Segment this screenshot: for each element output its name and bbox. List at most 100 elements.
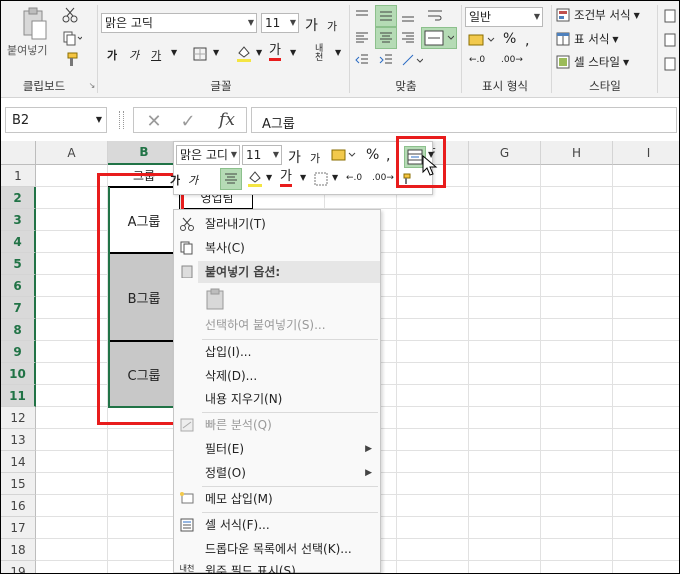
menu-item-filter[interactable]: 필터(E) ▶ [174, 438, 380, 460]
row-header-11[interactable]: 11 [1, 385, 36, 407]
increase-indent-icon[interactable] [377, 51, 395, 69]
chevron-down-icon[interactable]: ▼ [213, 48, 219, 57]
menu-item-insert[interactable]: 삽입(I)... [174, 341, 380, 363]
row-header-13[interactable]: 13 [1, 429, 36, 451]
row-header-17[interactable]: 17 [1, 517, 36, 539]
italic-button[interactable]: 가 [129, 47, 139, 63]
mini-align-center-icon[interactable] [220, 168, 242, 190]
name-box[interactable]: B2 ▼ [5, 107, 107, 133]
chevron-down-icon[interactable]: ▼ [290, 48, 296, 57]
row-header-5[interactable]: 5 [1, 253, 36, 275]
conditional-format-button[interactable]: 조건부 서식 ▼ [555, 5, 640, 25]
chevron-down-icon[interactable]: ▼ [266, 173, 272, 182]
align-center-icon[interactable] [375, 27, 397, 49]
menu-item-quick-analysis[interactable]: 빠른 분석(Q) [174, 414, 380, 436]
column-header-i[interactable]: I [613, 141, 679, 165]
insert-cells-icon[interactable] [663, 7, 677, 25]
row-header-18[interactable]: 18 [1, 539, 36, 561]
menu-item-clear[interactable]: 내용 지우기(N) [174, 388, 380, 410]
wrap-text-icon[interactable] [425, 7, 445, 25]
mini-comma-icon[interactable]: , [386, 148, 390, 164]
paste-option-icon[interactable] [204, 287, 226, 311]
insert-function-icon[interactable]: fx [214, 110, 240, 130]
row-header-3[interactable]: 3 [1, 209, 36, 231]
row-header-10[interactable]: 10 [1, 363, 36, 385]
mini-shrink-font[interactable]: 가 [310, 150, 320, 166]
chevron-down-icon[interactable]: ▼ [332, 173, 338, 182]
column-header-b[interactable]: B [108, 141, 181, 165]
row-header-6[interactable]: 6 [1, 275, 36, 297]
row-header-12[interactable]: 12 [1, 407, 36, 429]
font-size-combo[interactable]: 11 ▼ [261, 13, 299, 33]
bold-button[interactable]: 가 [107, 47, 117, 63]
row-header-1[interactable]: 1 [1, 165, 36, 187]
chevron-down-icon[interactable]: ▼ [171, 48, 177, 57]
chevron-down-icon[interactable]: ▼ [335, 48, 341, 57]
merge-center-icon[interactable] [421, 27, 457, 49]
orientation-icon[interactable] [399, 51, 425, 69]
column-header-h[interactable]: H [541, 141, 613, 165]
menu-item-copy[interactable]: 복사(C) [174, 237, 380, 259]
decrease-indent-icon[interactable] [353, 51, 371, 69]
underline-button[interactable]: 가 [151, 47, 161, 63]
align-bottom-icon[interactable] [399, 7, 417, 25]
menu-item-sort[interactable]: 정렬(O) ▶ [174, 462, 380, 484]
format-as-table-button[interactable]: 표 서식 ▼ [555, 29, 619, 49]
formula-input[interactable]: A그룹 [251, 107, 677, 133]
align-left-icon[interactable] [353, 29, 371, 47]
row-header-16[interactable]: 16 [1, 495, 36, 517]
paste-icon[interactable] [19, 7, 49, 41]
font-color-button[interactable]: 가 [269, 44, 281, 61]
align-middle-icon[interactable] [375, 5, 397, 27]
phonetic-button[interactable]: 내천 [315, 45, 329, 63]
row-header-7[interactable]: 7 [1, 297, 36, 319]
row-header-9[interactable]: 9 [1, 341, 36, 363]
mini-fill-color-icon[interactable] [246, 168, 264, 188]
chevron-down-icon[interactable]: ▼ [256, 48, 262, 57]
menu-item-phonetic[interactable]: 내천 윗주 필드 표시(S) [174, 560, 380, 573]
column-header-a[interactable]: A [36, 141, 108, 165]
row-header-8[interactable]: 8 [1, 319, 36, 341]
mini-percent-button[interactable]: % [366, 147, 379, 163]
cancel-icon[interactable]: ✕ [144, 111, 164, 132]
mini-font-combo[interactable]: 맑은 고디 ▼ [176, 145, 240, 165]
menu-item-dropdown-list[interactable]: 드롭다운 목록에서 선택(K)... [174, 538, 380, 560]
percent-button[interactable]: % [503, 31, 516, 47]
mini-accounting-icon[interactable] [330, 146, 358, 164]
decrease-decimal-icon[interactable]: .00→ [501, 55, 523, 65]
mini-bold-button[interactable]: 가 [170, 172, 184, 188]
menu-item-paste-special[interactable]: 선택하여 붙여넣기(S)... [174, 314, 380, 336]
mini-font-color[interactable]: 가 [280, 170, 292, 187]
column-header-g[interactable]: G [469, 141, 541, 165]
mini-increase-decimal-icon[interactable]: ←.0 [346, 173, 362, 183]
increase-decimal-icon[interactable]: ←.0 [469, 55, 485, 65]
mini-italic-icon[interactable]: 가 [188, 172, 198, 188]
row-header-2[interactable]: 2 [1, 187, 36, 209]
row-header-19[interactable]: 19 [1, 561, 36, 573]
number-format-combo[interactable]: 일반 ▼ [465, 7, 543, 27]
fill-color-icon[interactable] [235, 43, 253, 63]
shrink-font-button[interactable]: 가 [327, 18, 337, 34]
format-painter-icon[interactable] [61, 51, 79, 69]
mini-size-combo[interactable]: 11 ▼ [242, 145, 282, 165]
row-header-14[interactable]: 14 [1, 451, 36, 473]
splitter-handle[interactable] [119, 111, 124, 129]
chevron-down-icon[interactable]: ▼ [300, 173, 306, 182]
enter-icon[interactable]: ✓ [178, 111, 198, 132]
mini-decrease-decimal-icon[interactable]: .00→ [372, 173, 394, 183]
dialog-launcher-icon[interactable]: ↘ [87, 80, 97, 90]
comma-style-icon[interactable]: , [525, 33, 529, 49]
paste-button-label[interactable]: 붙여넣기 [7, 42, 47, 58]
grow-font-button[interactable]: 가 [305, 15, 318, 35]
cut-icon[interactable] [61, 6, 79, 24]
row-header-4[interactable]: 4 [1, 231, 36, 253]
mini-grow-font[interactable]: 가 [288, 147, 301, 167]
copy-icon[interactable] [61, 29, 83, 47]
align-right-icon[interactable] [399, 29, 417, 47]
menu-item-delete[interactable]: 삭제(D)... [174, 365, 380, 387]
border-icon[interactable] [191, 45, 209, 63]
font-name-combo[interactable]: 맑은 고딕 ▼ [101, 13, 257, 33]
menu-item-insert-comment[interactable]: 메모 삽입(M) [174, 488, 380, 510]
accounting-format-icon[interactable] [467, 31, 497, 49]
row-header-15[interactable]: 15 [1, 473, 36, 495]
